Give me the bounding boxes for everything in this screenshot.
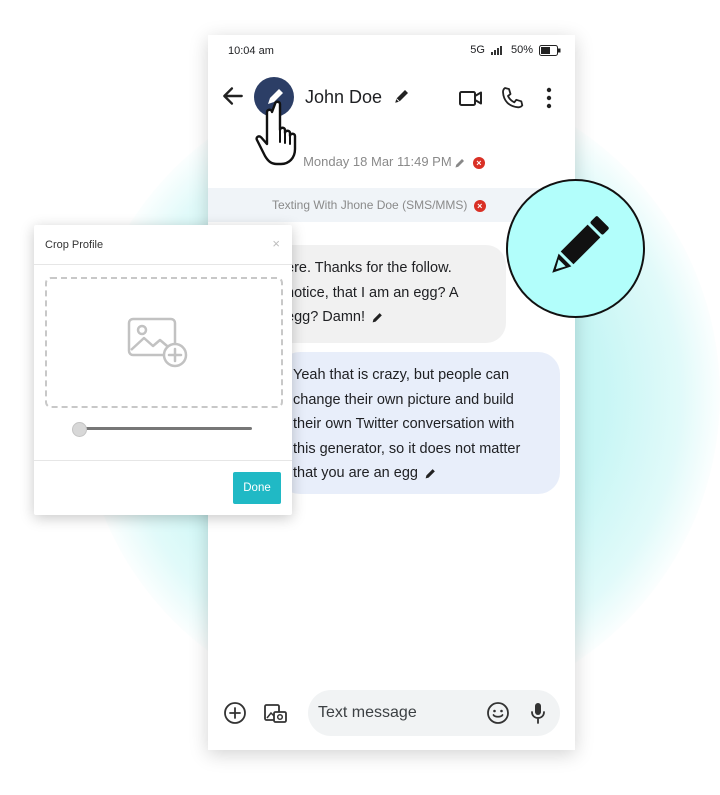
dialog-title: Crop Profile bbox=[45, 239, 104, 251]
status-bar: 10:04 am 5G 50% bbox=[208, 35, 575, 67]
pencil-icon[interactable] bbox=[454, 157, 466, 169]
more-vert-icon[interactable] bbox=[536, 85, 562, 111]
mic-icon[interactable] bbox=[526, 700, 550, 726]
image-drop-zone[interactable] bbox=[45, 277, 283, 408]
edit-badge bbox=[506, 179, 645, 318]
video-call-icon[interactable] bbox=[458, 85, 484, 111]
pencil-icon[interactable] bbox=[393, 87, 411, 105]
divider bbox=[34, 460, 292, 461]
status-time: 10:04 am bbox=[228, 45, 274, 57]
pencil-icon[interactable] bbox=[424, 467, 437, 480]
close-button[interactable]: × bbox=[272, 236, 280, 251]
message-line: notice, that I am an egg? A bbox=[286, 284, 459, 301]
status-right: 5G 50% bbox=[470, 44, 561, 56]
delete-x-icon[interactable]: × bbox=[473, 199, 486, 212]
texting-with-label: Texting With Jhone Doe (SMS/MMS) bbox=[272, 198, 468, 212]
message-line: egg? Damn! bbox=[286, 309, 365, 325]
message-line: their own Twitter conversation with bbox=[293, 416, 515, 432]
message-line: change their own picture and build bbox=[293, 391, 514, 408]
sent-message-bubble[interactable]: Yeah that is crazy, but people can chang… bbox=[278, 352, 560, 494]
contact-name[interactable]: John Doe bbox=[305, 87, 382, 108]
zoom-slider-handle[interactable] bbox=[72, 422, 87, 437]
pencil-icon[interactable] bbox=[371, 311, 384, 324]
add-circle-icon[interactable] bbox=[223, 701, 247, 725]
message-line: that you are an egg bbox=[293, 465, 418, 481]
pointing-hand-icon bbox=[255, 100, 297, 166]
crop-profile-dialog: Crop Profile × Done bbox=[34, 225, 292, 515]
zoom-slider[interactable] bbox=[72, 422, 252, 437]
composer-bar: Text message bbox=[208, 689, 575, 739]
message-placeholder: Text message bbox=[318, 704, 417, 721]
message-input[interactable]: Text message bbox=[308, 690, 560, 736]
battery-label: 50% bbox=[510, 44, 533, 56]
gallery-icon[interactable] bbox=[262, 700, 288, 726]
delete-x-icon[interactable]: × bbox=[472, 156, 485, 169]
message-line: ere. Thanks for the follow. bbox=[286, 260, 452, 276]
message-line: this generator, so it does not matter bbox=[293, 440, 521, 457]
done-button[interactable]: Done bbox=[233, 472, 281, 504]
divider bbox=[34, 264, 292, 265]
big-pencil-icon bbox=[552, 216, 609, 273]
battery-icon bbox=[539, 44, 561, 56]
back-arrow-icon[interactable] bbox=[220, 83, 246, 109]
network-label: 5G bbox=[470, 44, 485, 56]
phone-icon[interactable] bbox=[499, 85, 525, 111]
date-label: Monday 18 Mar 11:49 PM bbox=[303, 154, 452, 169]
emoji-icon[interactable] bbox=[486, 701, 510, 725]
signal-icon bbox=[490, 46, 502, 55]
message-line: Yeah that is crazy, but people can bbox=[293, 367, 510, 383]
add-image-icon bbox=[127, 317, 188, 368]
received-message-bubble[interactable]: ere. Thanks for the follow. notice, that… bbox=[266, 245, 506, 343]
